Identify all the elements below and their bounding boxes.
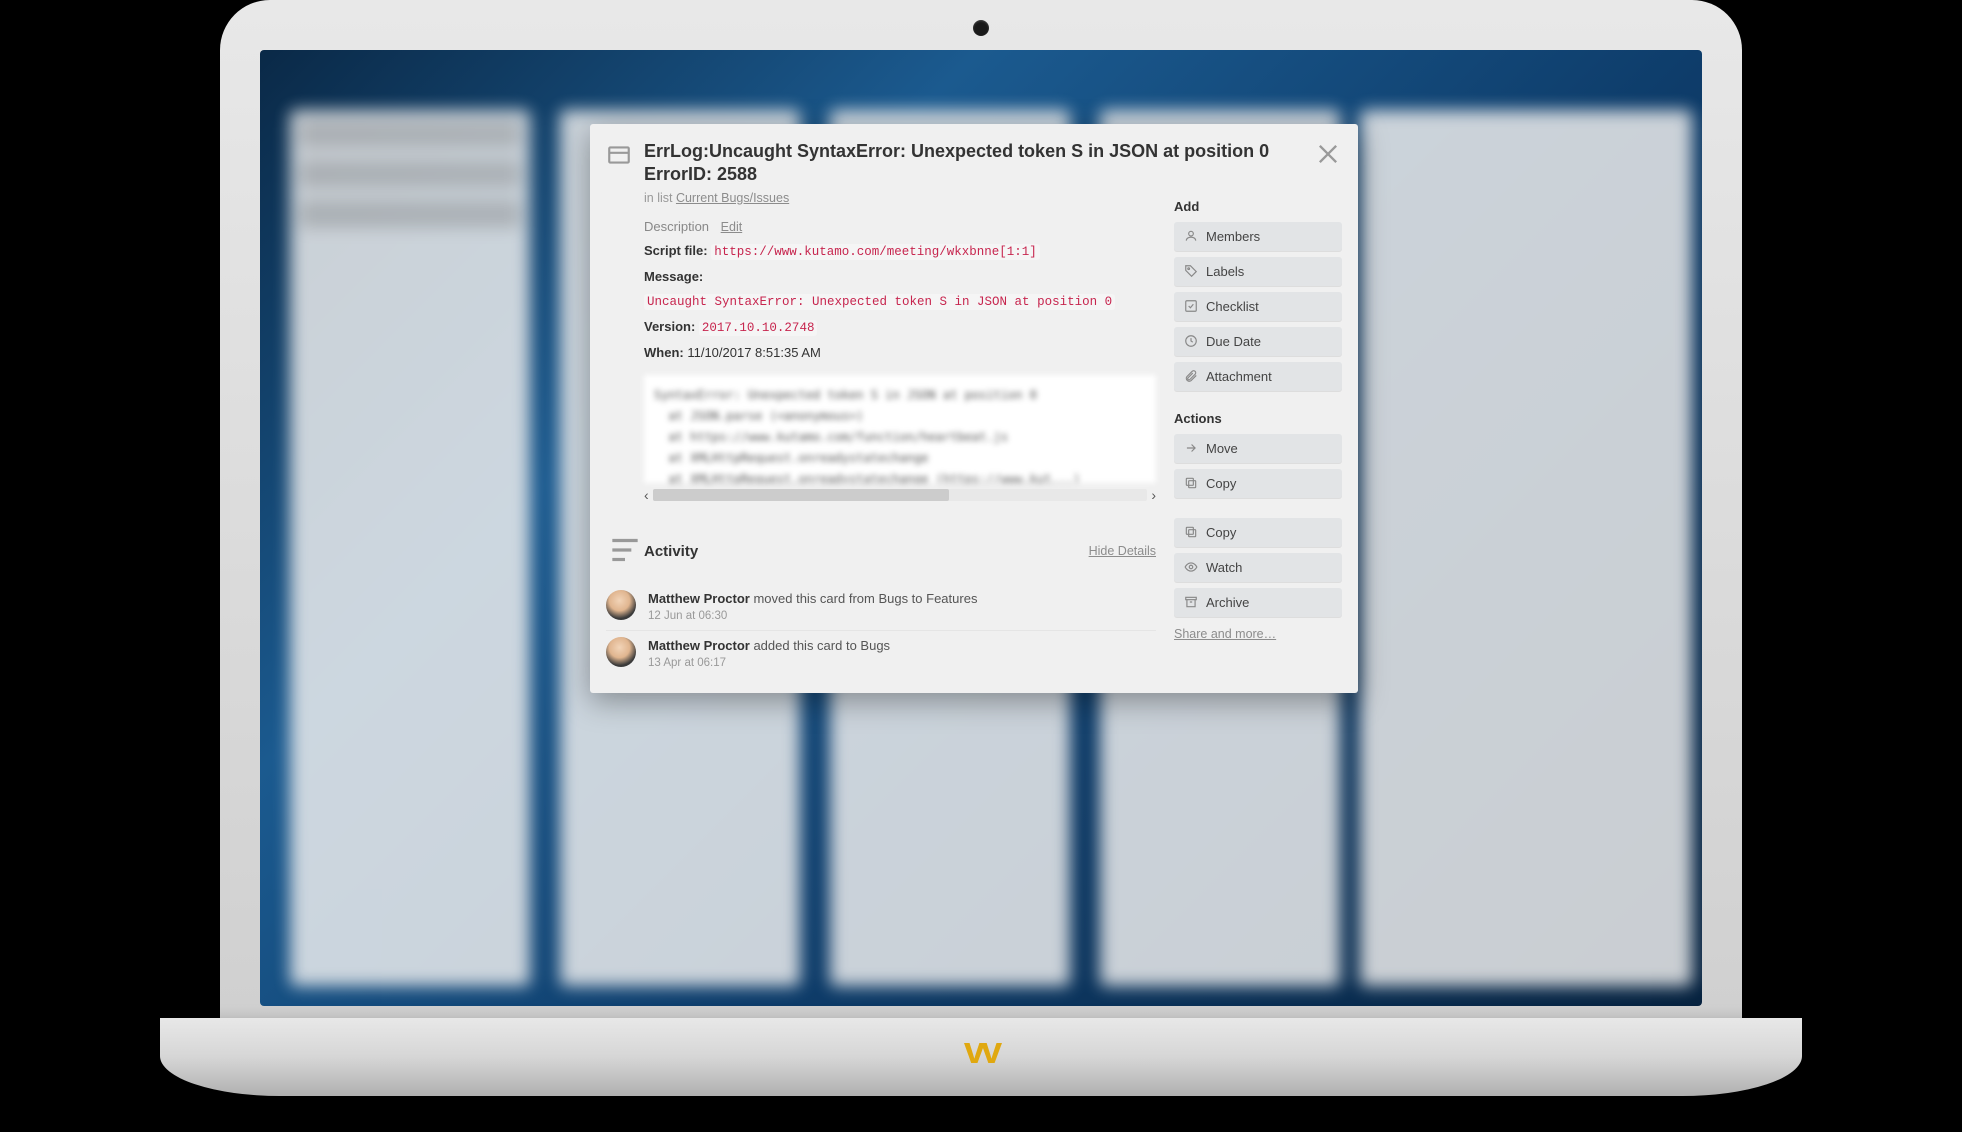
avatar[interactable]	[606, 590, 636, 620]
script-file-value: https://www.kutamo.com/meeting/wkxbnne[1…	[711, 244, 1040, 260]
checklist-button[interactable]: Checklist	[1174, 292, 1342, 321]
eye-icon	[1184, 560, 1198, 574]
checklist-icon	[1184, 299, 1198, 313]
hide-details-link[interactable]: Hide Details	[1089, 544, 1156, 558]
activity-item: Matthew Proctor added this card to Bugs …	[606, 631, 1156, 677]
card-title: ErrLog:Uncaught SyntaxError: Unexpected …	[644, 140, 1342, 187]
horizontal-scrollbar[interactable]: ‹ ›	[644, 487, 1156, 503]
actions-heading: Actions	[1174, 411, 1342, 426]
labels-icon	[1184, 264, 1198, 278]
archive-button[interactable]: Archive	[1174, 588, 1342, 617]
card-modal: ErrLog:Uncaught SyntaxError: Unexpected …	[590, 124, 1358, 693]
description-label: Description	[644, 219, 709, 234]
edit-description-link[interactable]: Edit	[721, 220, 743, 234]
add-heading: Add	[1174, 199, 1342, 214]
card-header: ErrLog:Uncaught SyntaxError: Unexpected …	[606, 140, 1342, 187]
activity-heading: Activity	[644, 543, 1089, 560]
stack-trace-box: SyntaxError: Unexpected token S in JSON …	[644, 375, 1156, 483]
activity-action: added this card to Bugs	[750, 638, 890, 653]
laptop-base: vv	[160, 1018, 1802, 1096]
labels-button[interactable]: Labels	[1174, 257, 1342, 286]
copy-button[interactable]: Copy	[1174, 469, 1342, 498]
in-list: in list Current Bugs/Issues	[644, 191, 1156, 205]
description-body: Script file: https://www.kutamo.com/meet…	[644, 240, 1156, 483]
share-link[interactable]: Share and more…	[1174, 627, 1342, 641]
version-value: 2017.10.10.2748	[699, 320, 818, 336]
version-label: Version:	[644, 319, 695, 334]
archive-icon	[1184, 595, 1198, 609]
activity-user: Matthew Proctor	[648, 591, 750, 606]
scroll-right-arrow[interactable]: ›	[1151, 487, 1156, 503]
watch-button[interactable]: Watch	[1174, 553, 1342, 582]
when-value: 11/10/2017 8:51:35 AM	[687, 345, 820, 360]
due-date-button[interactable]: Due Date	[1174, 327, 1342, 356]
move-icon	[1184, 441, 1198, 455]
webcam	[973, 20, 989, 36]
message-label: Message:	[644, 269, 703, 284]
card-icon	[606, 140, 632, 171]
scroll-track[interactable]	[653, 489, 1148, 501]
attachment-icon	[1184, 369, 1198, 383]
activity-time: 12 Jun at 06:30	[648, 610, 977, 622]
attachment-button[interactable]: Attachment	[1174, 362, 1342, 391]
activity-action: moved this card from Bugs to Features	[750, 591, 978, 606]
laptop-logo: vv	[964, 1030, 998, 1073]
when-label: When:	[644, 345, 684, 360]
list-link[interactable]: Current Bugs/Issues	[676, 191, 789, 205]
close-button[interactable]	[1314, 140, 1342, 168]
activity-time: 13 Apr at 06:17	[648, 657, 890, 669]
scroll-thumb[interactable]	[653, 489, 950, 501]
in-list-prefix: in list	[644, 191, 676, 205]
activity-item: Matthew Proctor moved this card from Bug…	[606, 584, 1156, 631]
members-icon	[1184, 229, 1198, 243]
clock-icon	[1184, 334, 1198, 348]
activity-user: Matthew Proctor	[648, 638, 750, 653]
scroll-left-arrow[interactable]: ‹	[644, 487, 649, 503]
script-file-label: Script file:	[644, 243, 708, 258]
move-button[interactable]: Move	[1174, 434, 1342, 463]
message-value: Uncaught SyntaxError: Unexpected token S…	[644, 294, 1115, 310]
members-button[interactable]: Members	[1174, 222, 1342, 251]
copy-icon	[1184, 525, 1198, 539]
avatar[interactable]	[606, 637, 636, 667]
activity-icon	[606, 531, 644, 572]
copy-icon	[1184, 476, 1198, 490]
copy-button-extra[interactable]: Copy	[1174, 518, 1342, 547]
